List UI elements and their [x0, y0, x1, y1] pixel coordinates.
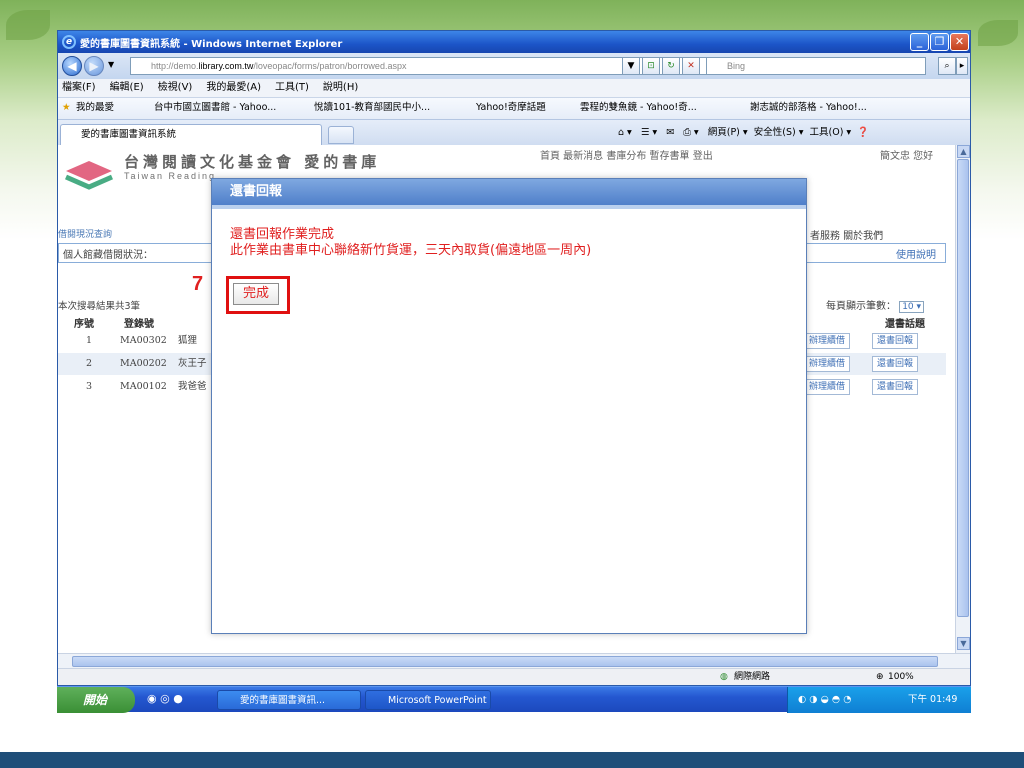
favorites-bar: ★ 我的最愛 台中市國立圖書館 - Yahoo... 悅讀101-教育部國民中小… [58, 97, 970, 119]
slide-footer-bar [0, 752, 1024, 768]
page-content: 台灣閱讀文化基金會 愛的書庫 Taiwan Reading 首頁 最新消息 書庫… [58, 145, 955, 653]
scroll-down-icon[interactable]: ▼ [957, 637, 970, 650]
globe-icon: ◍ [720, 672, 728, 682]
clock: 下午 01:49 [908, 694, 958, 705]
fav-item-5[interactable]: 謝志誠的部落格 - Yahoo!... [750, 98, 867, 118]
mail-icon[interactable]: ✉ [666, 127, 674, 138]
forward-button[interactable]: ▶ [84, 56, 104, 76]
favorites-button[interactable]: 我的最愛 [76, 98, 114, 118]
zoom-icon[interactable]: ⊕ [876, 669, 884, 685]
title-bar: e 愛的書庫圖書資訊系統 - Windows Internet Explorer [58, 31, 970, 53]
done-button[interactable]: 完成 [233, 283, 279, 305]
task-powerpoint[interactable]: Microsoft PowerPoint ... [365, 690, 491, 710]
tools-menu[interactable]: 工具(O) [810, 127, 844, 138]
step-number: 7 [192, 273, 204, 295]
return-report-dialog: 還書回報 還書回報作業完成 此作業由書車中心聯絡新竹貨運，三天內取貨(偏遠地區一… [192, 178, 807, 634]
refresh-icon[interactable]: ↻ [662, 57, 680, 75]
browser-window: e 愛的書庫圖書資訊系統 - Windows Internet Explorer… [57, 30, 971, 686]
task-ie[interactable]: 愛的書庫圖書資訊... [217, 690, 361, 710]
zone-label: 網際網路 [734, 672, 771, 682]
taskbar: 開始 ◉ ◎ ● 愛的書庫圖書資訊... Microsoft PowerPoin… [57, 686, 971, 713]
fav-item-2[interactable]: 悅讀101-教育部國民中小... [314, 98, 430, 118]
help-icon[interactable]: ❓ [857, 127, 869, 138]
home-icon[interactable]: ⌂ ▾ [618, 127, 632, 138]
menu-tools[interactable]: 工具(T) [275, 79, 309, 97]
fav-item-1[interactable]: 台中市國立圖書館 - Yahoo... [154, 98, 276, 118]
tray-icons[interactable]: ◐ ◑ ◒ ◓ ◔ [798, 687, 852, 713]
horizontal-scrollbar[interactable] [58, 653, 970, 668]
dialog-title: 還書回報 [212, 179, 806, 205]
address-dropdown-icon[interactable]: ▼ [622, 57, 640, 75]
zoom-level[interactable]: 100% [888, 669, 914, 685]
menu-help[interactable]: 說明(H) [323, 79, 358, 97]
tab-library[interactable]: 愛的書庫圖書資訊系統 [60, 124, 322, 146]
page-menu[interactable]: 網頁(P) [708, 127, 740, 138]
maximize-button[interactable]: ❐ [930, 33, 949, 51]
star-icon: ★ [62, 102, 71, 113]
feeds-icon[interactable]: ☰ ▾ [641, 127, 657, 138]
scroll-thumb[interactable] [957, 159, 969, 617]
new-tab-button[interactable] [328, 126, 354, 144]
stop-icon[interactable]: ✕ [682, 57, 700, 75]
status-bar: ◍ 網際網路 ⊕ 100% [58, 668, 970, 685]
compat-icon[interactable]: ⊡ [642, 57, 660, 75]
menu-view[interactable]: 檢視(V) [158, 79, 193, 97]
fav-item-3[interactable]: Yahoo!奇摩話題 [476, 98, 546, 118]
search-icon[interactable]: ⌕ [938, 57, 956, 75]
command-bar: ⌂ ▾ ☰ ▾ ✉ ⎙ ▾ 網頁(P) ▾ 安全性(S) ▾ 工具(O) ▾ ❓ [618, 127, 870, 138]
start-button[interactable]: 開始 [57, 687, 135, 713]
close-button[interactable]: ✕ [950, 33, 969, 51]
menu-bar: 檔案(F) 編輯(E) 檢視(V) 我的最愛(A) 工具(T) 說明(H) [58, 79, 970, 97]
dialog-title-underline [212, 205, 806, 209]
menu-file[interactable]: 檔案(F) [62, 79, 96, 97]
hscroll-thumb[interactable] [72, 656, 938, 667]
vertical-scrollbar[interactable]: ▲ ▼ [955, 145, 970, 653]
ie-icon: e [62, 35, 76, 49]
scroll-up-icon[interactable]: ▲ [957, 145, 970, 158]
menu-favorites[interactable]: 我的最愛(A) [206, 79, 261, 97]
decor-leaf [978, 20, 1018, 46]
dialog-message-detail: 此作業由書車中心聯絡新竹貨運，三天內取貨(偏遠地區一周內) [230, 243, 592, 258]
tab-bar: 愛的書庫圖書資訊系統 ⌂ ▾ ☰ ▾ ✉ ⎙ ▾ 網頁(P) ▾ 安全性(S) … [58, 119, 970, 146]
search-options-icon[interactable]: ▸ [956, 57, 968, 75]
safety-menu[interactable]: 安全性(S) [754, 127, 796, 138]
history-dropdown-icon[interactable]: ▼ [108, 60, 114, 69]
quick-launch-icons[interactable]: ◉ ◎ ● [147, 692, 183, 705]
address-row: ◀ ▶ ▼ http://demo.library.com.tw/loveopa… [58, 53, 970, 79]
fav-item-4[interactable]: 雲程的雙魚鏡 - Yahoo!奇... [580, 98, 697, 118]
search-box[interactable]: Bing [706, 57, 926, 75]
menu-edit[interactable]: 編輯(E) [110, 79, 144, 97]
print-icon[interactable]: ⎙ ▾ [683, 127, 698, 138]
system-tray: ◐ ◑ ◒ ◓ ◔ 下午 01:49 [787, 687, 971, 713]
decor-leaf [6, 10, 50, 40]
minimize-button[interactable]: _ [910, 33, 929, 51]
window-title: 愛的書庫圖書資訊系統 - Windows Internet Explorer [80, 38, 343, 50]
back-button[interactable]: ◀ [62, 56, 82, 76]
